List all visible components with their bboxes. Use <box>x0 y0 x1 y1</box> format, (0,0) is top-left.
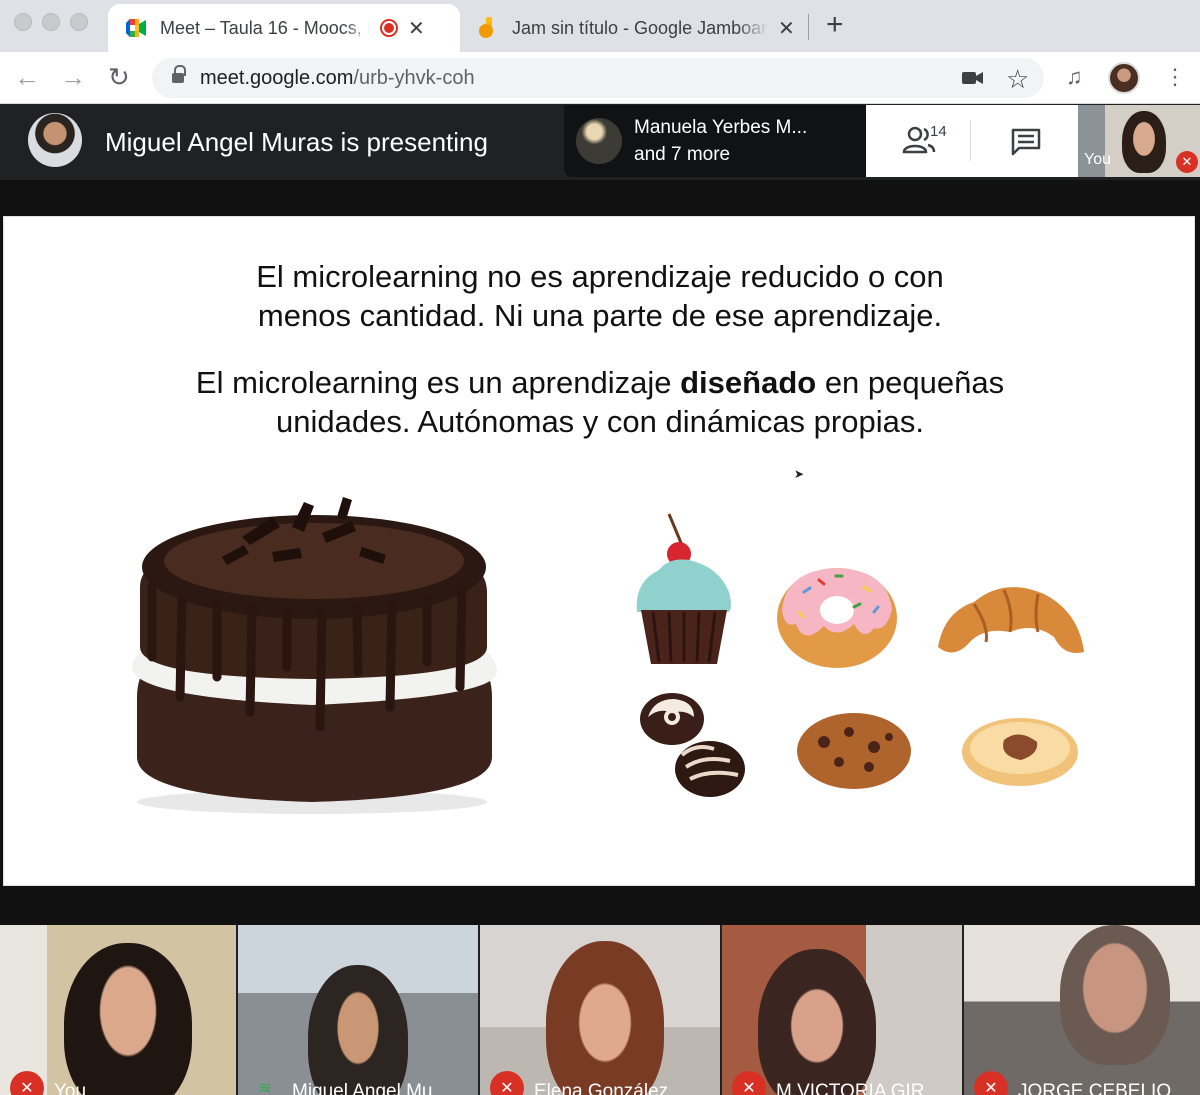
mic-off-icon: ✕ <box>732 1071 766 1095</box>
tab-meet[interactable]: Meet – Taula 16 - Moocs, no ✕ <box>108 4 460 52</box>
tab-title: Jam sin título - Google Jamboard <box>512 17 768 38</box>
participant-tile[interactable]: ✕ M.VICTORIA GIR <box>722 925 962 1095</box>
camera-icon[interactable] <box>962 70 984 86</box>
chocolate-cake-illustration <box>132 497 497 814</box>
bookmark-star-icon[interactable]: ☆ <box>1006 64 1029 95</box>
croissant-illustration <box>938 587 1084 653</box>
participant-name: M.VICTORIA GIR <box>776 1081 925 1095</box>
tab-close-icon[interactable]: ✕ <box>408 16 425 41</box>
jamboard-icon <box>479 17 493 38</box>
browser-toolbar: ← → ↻ meet.google.com/urb-yhvk-coh ☆ ♫ ⋮ <box>0 52 1200 104</box>
mic-off-icon: ✕ <box>10 1071 44 1095</box>
slide-line: El microlearning es un aprendizaje diseñ… <box>4 363 1196 402</box>
lock-icon <box>172 65 186 85</box>
donut-illustration <box>777 568 897 668</box>
media-control-icon[interactable]: ♫ <box>1066 64 1083 90</box>
slide-line: unidades. Autónomas y con dinámicas prop… <box>276 404 924 439</box>
participant-video <box>308 965 408 1095</box>
cupcake-illustration <box>636 513 731 664</box>
back-button[interactable]: ← <box>14 62 40 93</box>
slide-line: menos cantidad. Ni una parte de ese apre… <box>257 298 943 333</box>
mic-off-icon: ✕ <box>1176 151 1198 173</box>
participant-name: You <box>54 1081 87 1095</box>
meet-actions: 14 <box>866 105 1078 177</box>
others-more: and 7 more <box>634 144 731 165</box>
slide-line: El microlearning no es aprendizaje reduc… <box>256 259 944 294</box>
presenting-status: Miguel Angel Muras is presenting <box>105 127 488 157</box>
chat-icon[interactable] <box>1010 127 1042 157</box>
jam-cookie-illustration <box>962 718 1078 786</box>
forward-button[interactable]: → <box>60 62 86 93</box>
other-participants-preview[interactable]: Manuela Yerbes M... and 7 more <box>564 105 866 177</box>
tab-title: Meet – Taula 16 - Moocs, no <box>160 17 370 38</box>
reload-button[interactable]: ↻ <box>108 62 130 93</box>
new-tab-button[interactable]: + <box>826 8 844 42</box>
profile-avatar[interactable] <box>1108 62 1140 94</box>
self-view-tile[interactable]: You ✕ <box>1078 105 1200 177</box>
self-label: You <box>1084 151 1111 168</box>
participant-strip: ✕ You ≋ Miguel Angel Mu ✕ Elena González… <box>0 925 1200 1095</box>
divider <box>970 121 971 161</box>
participant-tile[interactable]: ✕ You <box>0 925 236 1095</box>
participant-video <box>546 941 664 1095</box>
mouse-cursor-icon: ➤ <box>794 467 805 481</box>
participant-tile[interactable]: ≋ Miguel Angel Mu <box>238 925 478 1095</box>
bonbons-illustration <box>640 693 745 797</box>
slide-text: El microlearning es un aprendizaje <box>195 365 681 400</box>
participant-video <box>758 949 876 1095</box>
participant-name: Elena González <box>534 1081 669 1095</box>
meet-top-bar: Miguel Angel Muras is presenting Manuela… <box>0 105 1200 180</box>
others-name: Manuela Yerbes M... <box>634 117 808 138</box>
slide-paragraph-1: El microlearning no es aprendizaje reduc… <box>4 257 1196 335</box>
self-video <box>1122 111 1166 173</box>
participant-tile[interactable]: ✕ Elena González <box>480 925 720 1095</box>
participant-name: Miguel Angel Mu <box>292 1081 433 1095</box>
participant-avatar <box>576 118 622 164</box>
url-host: meet.google.com <box>200 66 354 89</box>
slide-paragraph-2: El microlearning es un aprendizaje diseñ… <box>4 363 1196 441</box>
chrome-menu-icon[interactable]: ⋮ <box>1164 64 1186 90</box>
cookie-illustration <box>797 713 911 789</box>
speaking-indicator-icon: ≋ <box>258 1080 272 1095</box>
mic-off-icon: ✕ <box>490 1071 524 1095</box>
tab-separator <box>808 14 809 40</box>
participant-video <box>64 943 192 1095</box>
tab-close-icon[interactable]: ✕ <box>778 16 795 41</box>
url-path: /urb-yhvk-coh <box>353 66 475 89</box>
presenter-avatar <box>28 113 82 167</box>
address-bar[interactable]: meet.google.com/urb-yhvk-coh ☆ <box>152 58 1044 98</box>
participant-count: 14 <box>930 123 947 140</box>
recording-icon <box>380 19 398 37</box>
slide-text: en pequeñas <box>816 365 1005 400</box>
slide-bold-text: diseñado <box>680 365 817 400</box>
tab-jamboard[interactable]: Jam sin título - Google Jamboard ✕ <box>470 4 800 52</box>
presentation-stage: El microlearning no es aprendizaje reduc… <box>0 180 1200 925</box>
participant-name: JORGE CEBELIO <box>1018 1081 1172 1095</box>
window-minimize-button[interactable] <box>42 13 60 31</box>
browser-tab-bar: Meet – Taula 16 - Moocs, no ✕ Jam sin tí… <box>0 0 1200 52</box>
google-meet-icon <box>126 19 146 37</box>
window-close-button[interactable] <box>14 13 32 31</box>
participant-video <box>1060 925 1170 1065</box>
shared-slide: El microlearning no es aprendizaje reduc… <box>3 216 1195 886</box>
participant-tile[interactable]: ✕ JORGE CEBELIO <box>964 925 1200 1095</box>
mic-off-icon: ✕ <box>974 1071 1008 1095</box>
window-zoom-button[interactable] <box>70 13 88 31</box>
